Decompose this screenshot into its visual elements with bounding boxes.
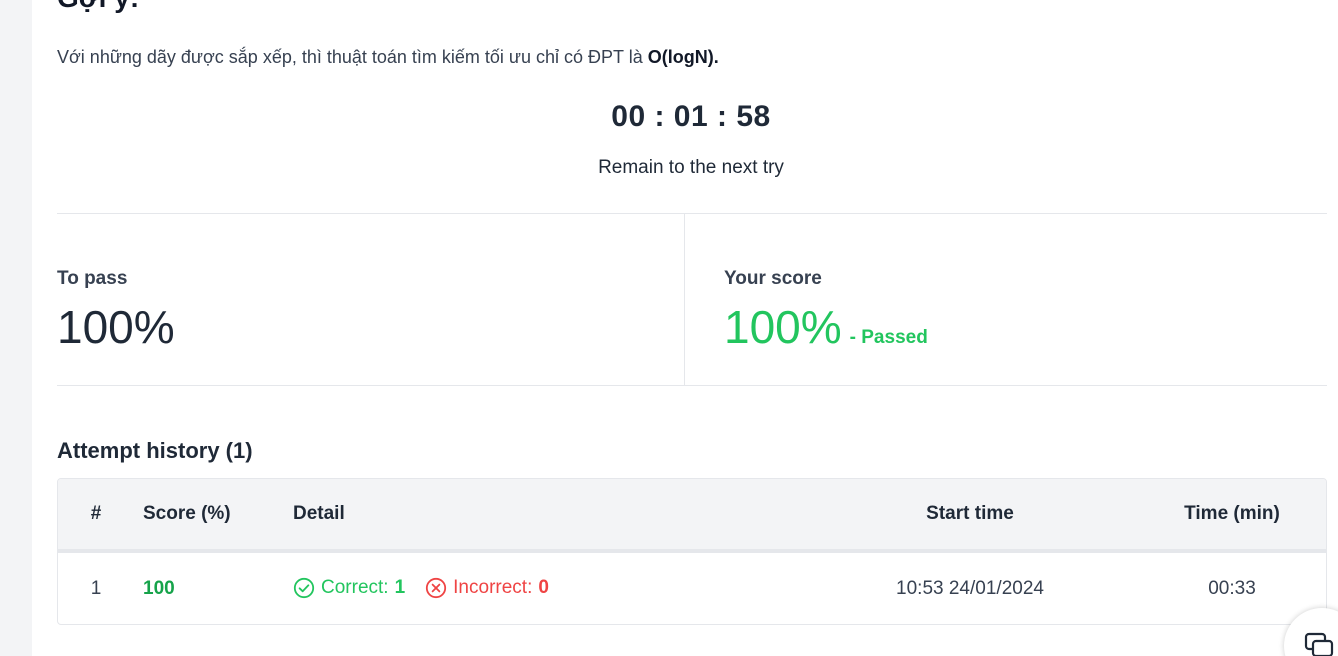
- to-pass-value: 100%: [57, 301, 175, 353]
- divider-vertical: [684, 214, 685, 385]
- retry-countdown: 00 : 01 : 58: [611, 100, 771, 133]
- row-index: 1: [90, 578, 102, 599]
- hint-title: Gợi ý:: [57, 0, 139, 14]
- your-score: 100% - Passed: [724, 302, 928, 353]
- row-score: 100: [143, 578, 175, 599]
- x-circle-icon: [425, 577, 447, 599]
- divider: [57, 385, 1327, 386]
- retry-countdown-caption: Remain to the next try: [598, 157, 784, 178]
- column-header-detail: Detail: [293, 503, 345, 524]
- column-header-start-time: Start time: [926, 503, 1014, 524]
- incorrect-count: 0: [538, 577, 549, 598]
- correct-count: 1: [394, 577, 406, 598]
- to-pass-label: To pass: [57, 268, 128, 289]
- check-circle-icon: [293, 577, 315, 599]
- your-score-label: Your score: [724, 268, 822, 289]
- divider: [57, 213, 1327, 214]
- hint-text-complexity: O(logN).: [647, 47, 719, 67]
- row-duration: 00:33: [1208, 578, 1256, 599]
- correct-label: Correct:: [321, 577, 389, 598]
- column-header-duration: Time (min): [1184, 503, 1280, 524]
- table-header: [58, 479, 1326, 553]
- row-detail: Correct: 1 Incorrect: 0: [293, 577, 549, 599]
- pass-status: - Passed: [849, 327, 928, 348]
- quiz-result-card: Gợi ý: Với những dãy được sắp xếp, thì t…: [32, 0, 1338, 656]
- column-header-score: Score (%): [143, 503, 231, 524]
- attempt-history-table: # Score (%) Detail Start time Time (min)…: [57, 478, 1327, 625]
- chat-icon: [1304, 632, 1334, 656]
- incorrect-label: Incorrect:: [453, 577, 533, 598]
- hint-text: Với những dãy được sắp xếp, thì thuật to…: [57, 47, 719, 68]
- row-start-time: 10:53 24/01/2024: [896, 578, 1044, 599]
- attempt-history-title: Attempt history (1): [57, 438, 253, 463]
- your-score-value: 100%: [724, 301, 842, 353]
- column-header-index: #: [90, 503, 102, 524]
- hint-text-body: Với những dãy được sắp xếp, thì thuật to…: [57, 47, 648, 67]
